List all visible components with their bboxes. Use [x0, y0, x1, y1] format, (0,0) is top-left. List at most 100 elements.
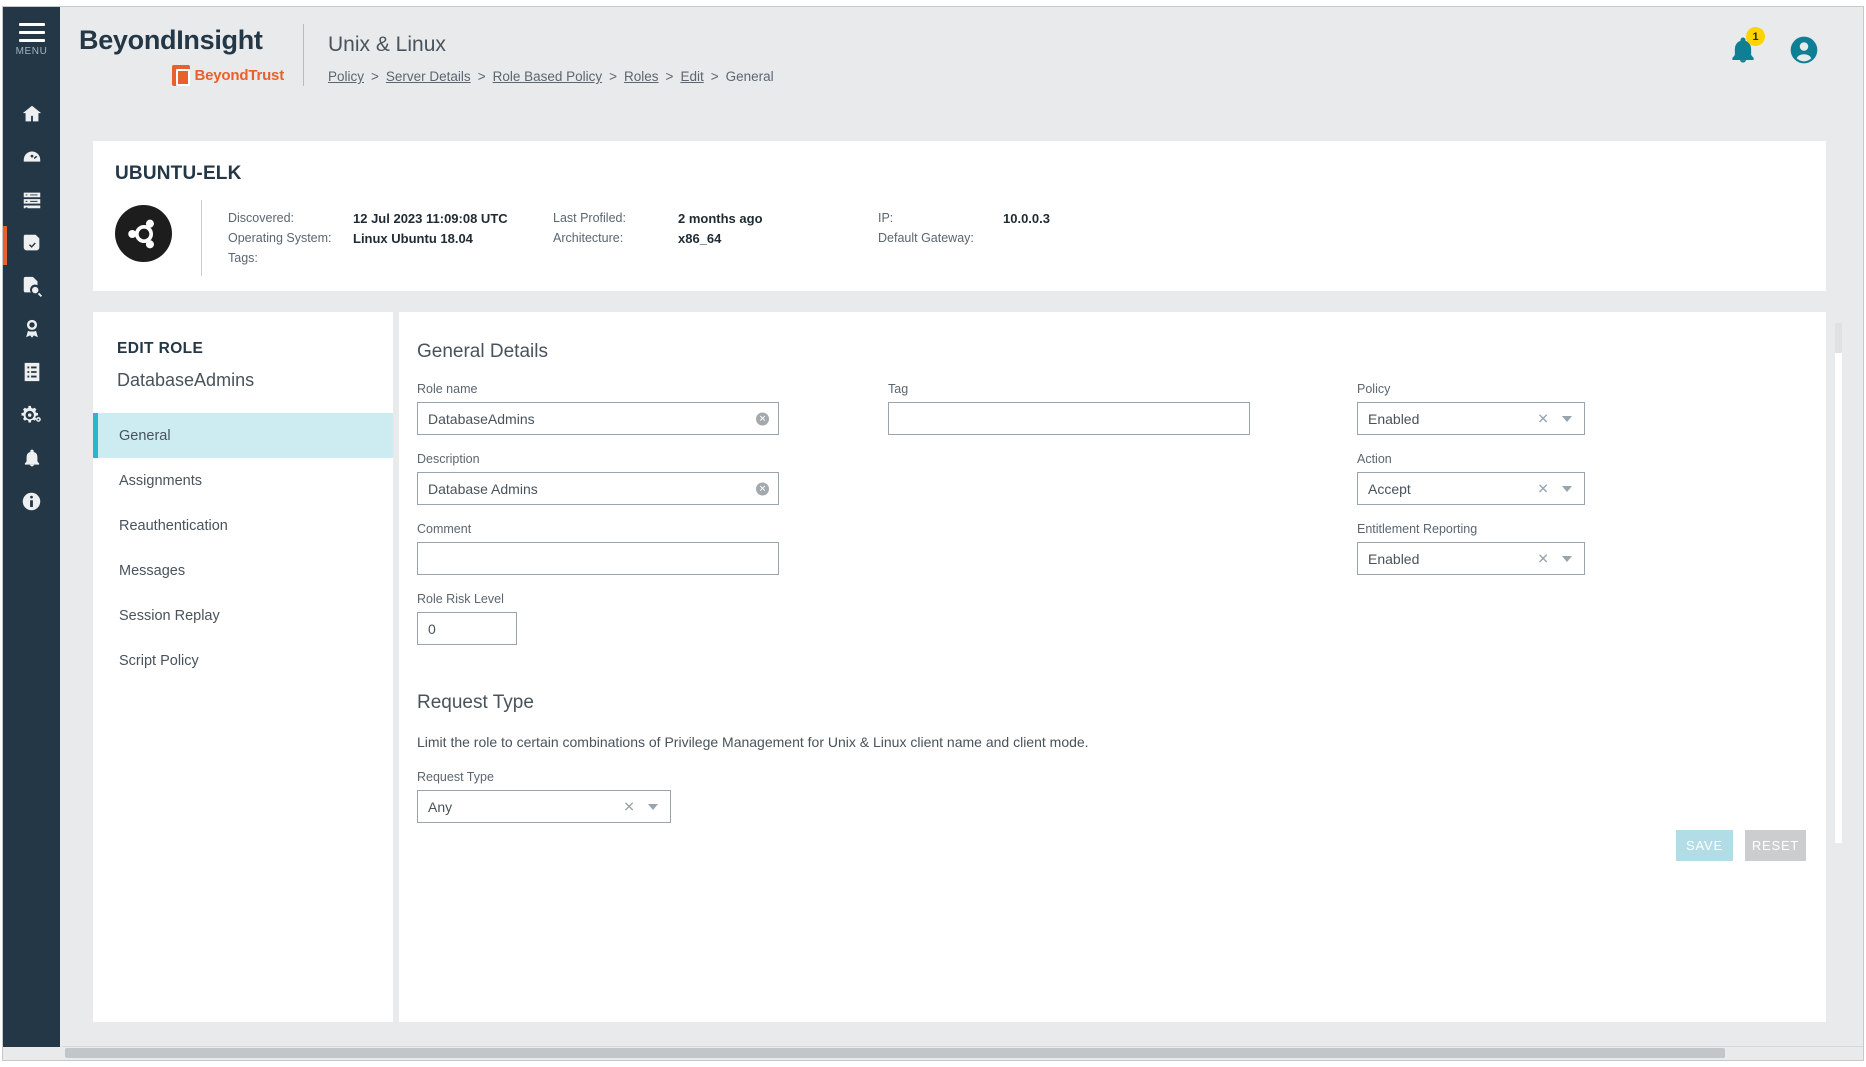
nav-item-label: General	[119, 427, 171, 444]
edit-role-panel: EDIT ROLE DatabaseAdmins General Assignm…	[93, 312, 393, 1022]
comment-input[interactable]	[417, 542, 779, 575]
request-type-value: Any	[428, 798, 453, 815]
vertical-scrollbar-track[interactable]	[1835, 323, 1842, 843]
sidebar-item-reports[interactable]	[3, 353, 60, 396]
sidebar-item-configuration[interactable]	[3, 396, 60, 439]
role-risk-level-input[interactable]: 0	[417, 612, 517, 645]
notifications-button[interactable]: 1	[1728, 27, 1765, 66]
save-button[interactable]: SAVE	[1676, 830, 1733, 861]
tag-input[interactable]	[888, 402, 1250, 435]
sidebar-item-file-search[interactable]	[3, 267, 60, 310]
field-label: Description	[417, 452, 480, 466]
nav-item-general[interactable]: General	[93, 413, 393, 458]
brand-divider	[303, 24, 304, 86]
field-tag: Tag	[888, 382, 1250, 435]
sidebar-item-certifications[interactable]	[3, 310, 60, 353]
sidebar-item-home[interactable]	[3, 95, 60, 138]
detail-value: 12 Jul 2023 11:09:08 UTC	[353, 211, 508, 226]
action-value: Accept	[1368, 480, 1411, 497]
breadcrumb-item-general: General	[725, 69, 774, 84]
chevron-down-icon[interactable]	[1562, 555, 1572, 562]
field-role-risk-level: Role Risk Level 0	[417, 592, 517, 645]
edit-role-kicker: EDIT ROLE	[117, 340, 204, 357]
entitlement-reporting-select[interactable]: Enabled ✕	[1357, 542, 1585, 575]
home-icon	[21, 103, 43, 130]
field-entitlement-reporting: Entitlement Reporting Enabled ✕	[1357, 522, 1585, 575]
nav-item-messages[interactable]: Messages	[93, 548, 393, 593]
clear-circle-icon[interactable]: ✕	[756, 412, 769, 425]
nav-item-script-policy[interactable]: Script Policy	[93, 638, 393, 683]
bell-notification-icon	[22, 447, 42, 474]
user-account-icon	[1788, 36, 1820, 70]
detail-value: 2 months ago	[678, 211, 763, 226]
dashboard-gauge-icon	[21, 146, 43, 173]
nav-item-assignments[interactable]: Assignments	[93, 458, 393, 503]
reset-button[interactable]: RESET	[1745, 830, 1806, 861]
detail-value: Linux Ubuntu 18.04	[353, 231, 473, 246]
breadcrumb-item-roles[interactable]: Roles	[624, 69, 659, 84]
chevron-down-icon[interactable]	[1562, 485, 1572, 492]
action-select[interactable]: Accept ✕	[1357, 472, 1585, 505]
breadcrumb-separator: >	[710, 69, 719, 84]
menu-toggle-button[interactable]: MENU	[16, 23, 48, 57]
sidebar-item-policy[interactable]	[3, 224, 60, 267]
detail-key: Default Gateway:	[878, 231, 974, 245]
role-name-input[interactable]: DatabaseAdmins ✕	[417, 402, 779, 435]
sidebar-item-notifications[interactable]	[3, 439, 60, 482]
field-label: Tag	[888, 382, 909, 396]
detail-value: 10.0.0.3	[1003, 211, 1050, 226]
gears-configuration-icon	[20, 404, 43, 431]
file-search-icon	[21, 275, 43, 302]
form-actions: SAVE RESET	[1676, 830, 1806, 861]
detail-key: Architecture:	[553, 231, 624, 245]
field-comment: Comment	[417, 522, 779, 575]
field-label: Request Type	[417, 770, 494, 784]
breadcrumb-separator: >	[477, 69, 486, 84]
sidebar-item-servers[interactable]	[3, 181, 60, 224]
ubuntu-logo-icon	[115, 205, 172, 262]
sidebar-item-about[interactable]	[3, 482, 60, 525]
top-bar-actions: 1	[1728, 27, 1820, 66]
request-type-select[interactable]: Any ✕	[417, 790, 671, 823]
clear-x-icon[interactable]: ✕	[1537, 550, 1549, 567]
clear-x-icon[interactable]: ✕	[623, 798, 635, 815]
server-name: UBUNTU-ELK	[115, 163, 242, 184]
bell-icon	[1728, 37, 1758, 70]
chevron-down-icon[interactable]	[648, 803, 658, 810]
breadcrumb-item-edit[interactable]: Edit	[680, 69, 703, 84]
nav-item-label: Script Policy	[119, 652, 199, 669]
detail-value	[678, 251, 878, 265]
breadcrumb-item-server-details[interactable]: Server Details	[386, 69, 471, 84]
info-circle-icon	[21, 491, 42, 517]
breadcrumb-separator: >	[665, 69, 674, 84]
role-risk-level-value: 0	[428, 620, 436, 637]
nav-item-reauthentication[interactable]: Reauthentication	[93, 503, 393, 548]
brand-logo[interactable]: BeyondInsight BeyondTrust	[79, 27, 284, 86]
horizontal-scrollbar-thumb[interactable]	[65, 1048, 1725, 1058]
nav-item-session-replay[interactable]: Session Replay	[93, 593, 393, 638]
menu-label: MENU	[15, 46, 48, 57]
account-button[interactable]	[1788, 34, 1820, 66]
detail-key: IP:	[878, 211, 894, 225]
report-list-icon	[21, 361, 43, 388]
chevron-down-icon[interactable]	[1562, 415, 1572, 422]
breadcrumb-item-role-based-policy[interactable]: Role Based Policy	[493, 69, 603, 84]
detail-key	[878, 251, 1003, 265]
clear-circle-icon[interactable]: ✕	[756, 482, 769, 495]
clear-x-icon[interactable]: ✕	[1537, 480, 1549, 497]
vertical-scrollbar-thumb[interactable]	[1835, 323, 1842, 353]
server-details-grid: Discovered: 12 Jul 2023 11:09:08 UTC Las…	[228, 211, 1806, 265]
policy-document-icon	[21, 232, 43, 259]
clear-x-icon[interactable]: ✕	[1537, 410, 1549, 427]
field-policy: Policy Enabled ✕	[1357, 382, 1585, 435]
sidebar-item-dashboard[interactable]	[3, 138, 60, 181]
policy-value: Enabled	[1368, 410, 1420, 427]
field-action: Action Accept ✕	[1357, 452, 1585, 505]
edit-role-nav: General Assignments Reauthentication Mes…	[93, 413, 393, 683]
application-window: MENU BeyondInsight BeyondTrust Unix & Li…	[0, 0, 1866, 1067]
breadcrumb-item-policy[interactable]: Policy	[328, 69, 364, 84]
field-role-name: Role name DatabaseAdmins ✕	[417, 382, 779, 435]
policy-select[interactable]: Enabled ✕	[1357, 402, 1585, 435]
description-input[interactable]: Database Admins ✕	[417, 472, 779, 505]
detail-value	[353, 251, 553, 265]
